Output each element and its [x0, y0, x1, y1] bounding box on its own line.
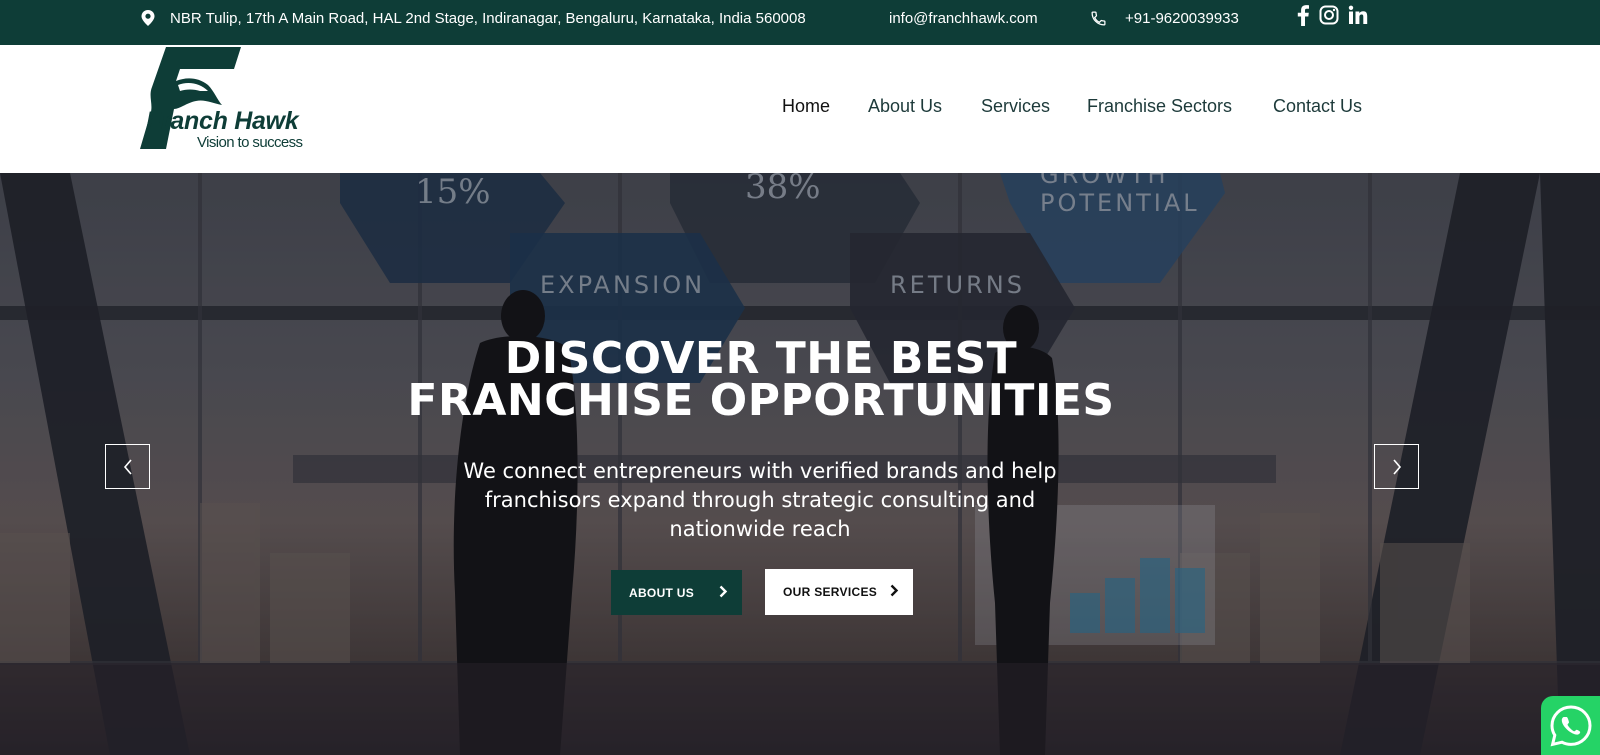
instagram-icon[interactable] [1319, 5, 1339, 25]
brand-tagline: Vision to success [197, 134, 303, 151]
address-text: NBR Tulip, 17th A Main Road, HAL 2nd Sta… [170, 9, 806, 27]
nav-franchise-sectors[interactable]: Franchise Sectors [1087, 96, 1232, 117]
nav-contact-us[interactable]: Contact Us [1273, 96, 1362, 117]
slider-prev-button[interactable] [105, 444, 150, 489]
whatsapp-chat-button[interactable] [1541, 696, 1600, 755]
social-links [1296, 0, 1377, 30]
our-services-button-label: OUR SERVICES [783, 585, 878, 599]
facebook-icon[interactable] [1296, 4, 1310, 26]
our-services-button[interactable]: OUR SERVICES [765, 569, 913, 615]
hero-subtitle: We connect entrepreneurs with verified b… [463, 459, 1057, 541]
chevron-right-icon [890, 584, 899, 600]
nav-services[interactable]: Services [981, 96, 1050, 117]
chevron-left-icon [123, 458, 132, 475]
nav-about-us[interactable]: About Us [868, 96, 942, 117]
slider-next-button[interactable] [1374, 444, 1419, 489]
chevron-right-icon [719, 585, 728, 601]
about-us-button[interactable]: ABOUT US [611, 570, 742, 615]
brand-name: Franch Hawk [146, 107, 299, 135]
location-pin-icon [140, 9, 156, 27]
whatsapp-icon [1549, 704, 1592, 746]
email-link[interactable]: info@franchhawk.com [889, 0, 1038, 36]
hero-slider: 15% 38% GROWTH POTENTIAL EXPANSION RETUR… [0, 173, 1600, 755]
nav-home[interactable]: Home [782, 96, 830, 117]
phone-icon [1090, 10, 1107, 27]
phone-text[interactable]: +91-9620039933 [1125, 10, 1239, 27]
hero-title-line-2: FRANCHISE OPPORTUNITIES [407, 375, 1115, 426]
chevron-right-icon [1392, 458, 1401, 475]
brand-logo[interactable]: Franch Hawk Vision to success [140, 45, 340, 155]
address-item: NBR Tulip, 17th A Main Road, HAL 2nd Sta… [140, 0, 806, 36]
site-header: Franch Hawk Vision to success Home About… [0, 45, 1600, 173]
linkedin-icon[interactable] [1348, 5, 1368, 25]
top-contact-bar: NBR Tulip, 17th A Main Road, HAL 2nd Sta… [0, 0, 1600, 45]
phone-link[interactable]: +91-9620039933 [1090, 0, 1239, 36]
email-text[interactable]: info@franchhawk.com [889, 10, 1038, 27]
about-us-button-label: ABOUT US [629, 585, 695, 600]
